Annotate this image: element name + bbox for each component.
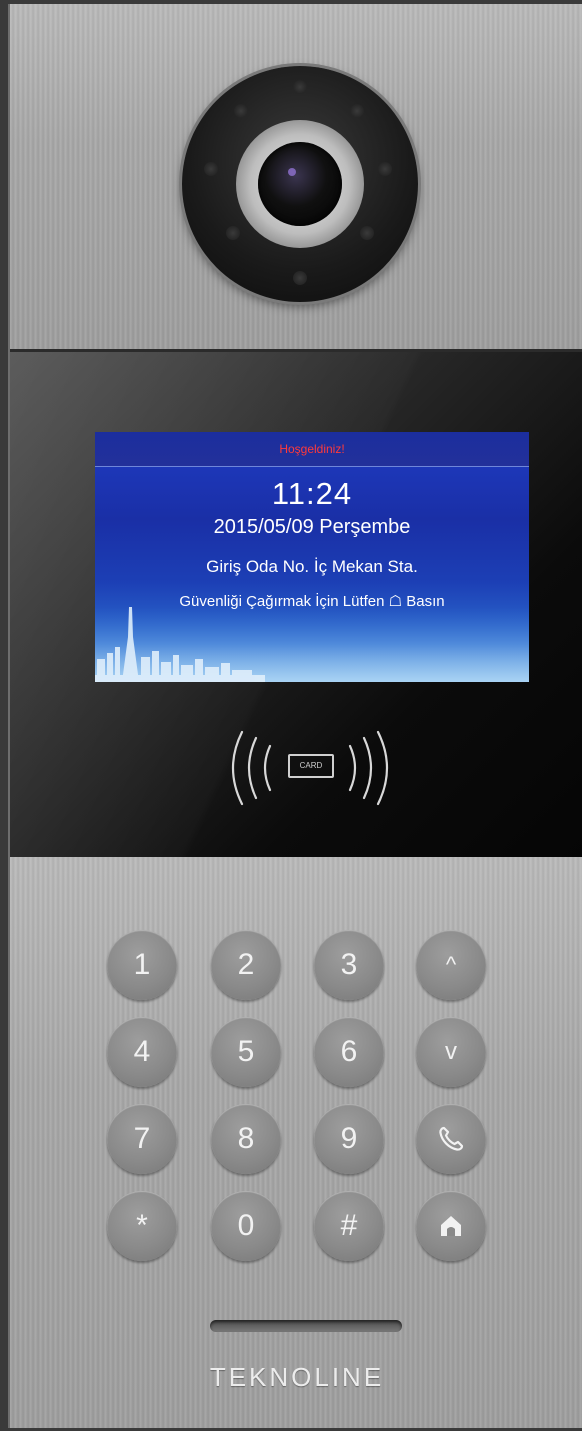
camera-lens-icon bbox=[258, 142, 342, 226]
key-3[interactable]: 3 bbox=[314, 930, 384, 1000]
key-1[interactable]: 1 bbox=[107, 930, 177, 1000]
door-station-panel: Hoşgeldiniz! 11:24 2015/05/09 Perşembe G… bbox=[8, 4, 582, 1428]
lens-glint bbox=[288, 168, 296, 176]
keypad-plate: 1 2 3 ^ 4 5 6 v 7 8 9 * 0 # TEKNOLINE bbox=[10, 857, 582, 1428]
camera-module bbox=[182, 66, 418, 302]
ir-led-icon bbox=[234, 104, 248, 118]
phone-icon bbox=[439, 1126, 464, 1151]
ir-led-icon bbox=[204, 162, 218, 176]
ir-led-icon bbox=[226, 226, 240, 240]
brand-logo: TEKNOLINE bbox=[209, 1362, 385, 1392]
city-skyline-image bbox=[95, 607, 529, 682]
key-down[interactable]: v bbox=[416, 1017, 486, 1087]
instruction-line-1: Giriş Oda No. İç Mekan Sta. bbox=[206, 557, 418, 576]
key-home[interactable] bbox=[416, 1191, 486, 1261]
ir-led-icon bbox=[378, 162, 392, 176]
ir-led-icon bbox=[350, 104, 364, 118]
key-0[interactable]: 0 bbox=[211, 1191, 281, 1261]
camera-plate bbox=[10, 4, 582, 349]
key-4[interactable]: 4 bbox=[107, 1017, 177, 1087]
card-reader[interactable]: CARD bbox=[220, 716, 400, 820]
ir-led-icon bbox=[293, 271, 307, 285]
speaker-grille bbox=[210, 1320, 402, 1332]
key-9[interactable]: 9 bbox=[314, 1104, 384, 1174]
card-label: CARD bbox=[288, 754, 334, 778]
home-icon bbox=[441, 1216, 461, 1236]
key-2[interactable]: 2 bbox=[211, 930, 281, 1000]
date-text: 2015/05/09 Perşembe bbox=[213, 516, 411, 538]
key-5[interactable]: 5 bbox=[211, 1017, 281, 1087]
key-up[interactable]: ^ bbox=[416, 930, 486, 1000]
ir-led-icon bbox=[360, 226, 374, 240]
camera-ring bbox=[236, 120, 364, 248]
welcome-text: Hoşgeldiniz! bbox=[279, 442, 345, 456]
ir-led-icon bbox=[293, 80, 307, 94]
key-8[interactable]: 8 bbox=[211, 1104, 281, 1174]
key-hash[interactable]: # bbox=[314, 1191, 384, 1261]
key-call[interactable] bbox=[416, 1104, 486, 1174]
clock-time: 11:24 bbox=[271, 476, 353, 511]
lcd-screen: Hoşgeldiniz! 11:24 2015/05/09 Perşembe G… bbox=[95, 432, 529, 682]
key-6[interactable]: 6 bbox=[314, 1017, 384, 1087]
key-star[interactable]: * bbox=[107, 1191, 177, 1261]
key-7[interactable]: 7 bbox=[107, 1104, 177, 1174]
